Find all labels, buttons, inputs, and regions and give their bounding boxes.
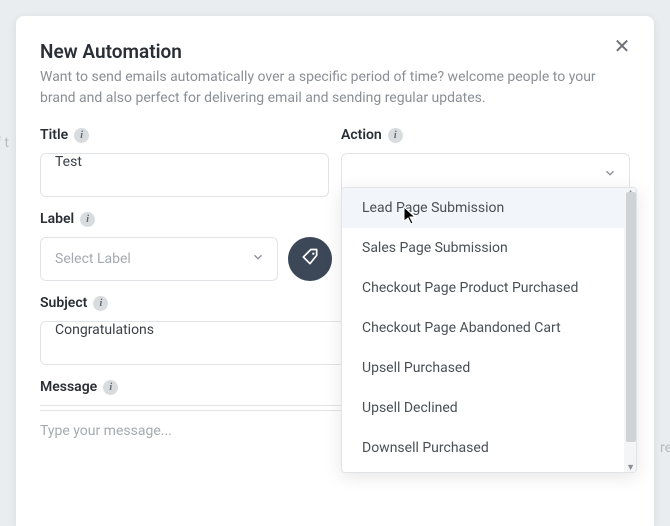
close-button[interactable]: ✕ bbox=[610, 34, 634, 58]
action-option[interactable]: Sales Page Submission bbox=[342, 228, 636, 268]
modal-subtitle: Want to send emails automatically over a… bbox=[40, 67, 600, 109]
message-placeholder: Type your message... bbox=[40, 423, 172, 439]
scrollbar-track[interactable]: ▲ ▼ bbox=[624, 188, 636, 472]
label-select-placeholder: Select Label bbox=[55, 251, 131, 267]
tag-icon bbox=[300, 247, 320, 271]
info-icon[interactable]: i bbox=[103, 380, 118, 395]
scrollbar-thumb[interactable] bbox=[626, 192, 636, 442]
info-icon[interactable]: i bbox=[93, 296, 108, 311]
title-input[interactable]: Test bbox=[40, 153, 329, 197]
title-field-label: Title i bbox=[40, 127, 329, 143]
chevron-down-icon bbox=[251, 250, 265, 268]
action-option[interactable]: Checkout Page Abandoned Cart bbox=[342, 308, 636, 348]
action-dropdown: Lead Page SubmissionSales Page Submissio… bbox=[341, 187, 637, 473]
close-icon: ✕ bbox=[614, 34, 631, 58]
scroll-down-icon[interactable]: ▼ bbox=[626, 462, 635, 473]
info-icon[interactable]: i bbox=[80, 212, 95, 227]
info-icon[interactable]: i bbox=[74, 128, 89, 143]
info-icon[interactable]: i bbox=[388, 128, 403, 143]
modal-title: New Automation bbox=[40, 40, 630, 63]
label-label-text: Label bbox=[40, 211, 74, 227]
title-input-value: Test bbox=[55, 154, 82, 170]
background-text-right: re bbox=[660, 440, 670, 456]
action-field-label: Action i bbox=[341, 127, 630, 143]
action-option[interactable]: Upsell Purchased bbox=[342, 348, 636, 388]
subject-label-text: Subject bbox=[40, 295, 87, 311]
message-label-text: Message bbox=[40, 379, 97, 395]
action-option[interactable]: Upsell Declined bbox=[342, 388, 636, 428]
action-option[interactable]: Lead Page Submission bbox=[342, 188, 636, 228]
title-label-text: Title bbox=[40, 127, 68, 143]
action-option[interactable]: Downsell Purchased bbox=[342, 428, 636, 468]
action-option[interactable]: Checkout Page Product Purchased bbox=[342, 268, 636, 308]
subject-input-value: Congratulations bbox=[55, 322, 154, 338]
add-label-button[interactable] bbox=[288, 237, 332, 281]
background-text-left: f t bbox=[0, 135, 9, 151]
chevron-down-icon bbox=[603, 166, 617, 184]
label-select[interactable]: Select Label bbox=[40, 237, 278, 281]
action-label-text: Action bbox=[341, 127, 382, 143]
